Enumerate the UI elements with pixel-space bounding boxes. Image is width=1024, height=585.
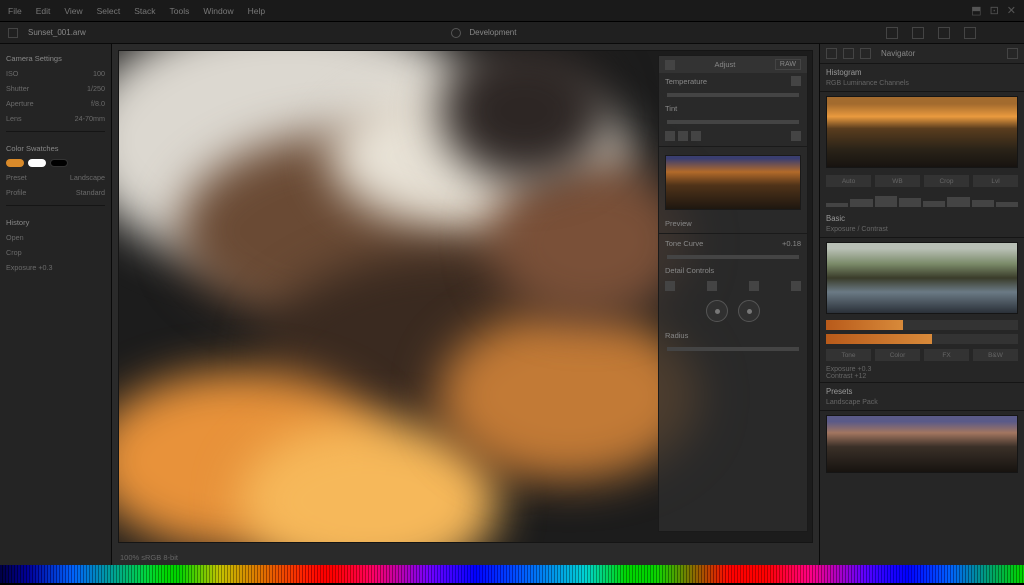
module-label[interactable]: Development [469, 28, 516, 37]
window-min-icon[interactable]: ⬒ [971, 4, 981, 17]
detail-label: Detail Controls [665, 266, 714, 275]
level-button[interactable]: Lvl [973, 175, 1018, 187]
adjust-preview-thumb [665, 155, 801, 210]
menu-help[interactable]: Help [248, 6, 265, 16]
basic-header: Basic [826, 214, 1018, 223]
navigator-label: Navigator [881, 49, 915, 58]
image-canvas[interactable]: Adjust RAW Temperature Tint P [118, 50, 813, 543]
detail-icon[interactable] [791, 281, 801, 291]
crop-button[interactable]: Crop [924, 175, 969, 187]
filmstrip-thumb[interactable] [826, 415, 1018, 473]
bw-button[interactable]: B&W [973, 349, 1018, 361]
meta-iso: ISO100 [6, 67, 105, 80]
preset-row[interactable]: PresetLandscape [6, 171, 105, 184]
knob-a[interactable] [706, 300, 728, 322]
tool-icon[interactable] [678, 131, 688, 141]
nav-icon[interactable] [843, 48, 854, 59]
nav-icon[interactable] [860, 48, 871, 59]
fx-button[interactable]: FX [924, 349, 969, 361]
knob-b[interactable] [738, 300, 760, 322]
menu-window[interactable]: Window [203, 6, 233, 16]
document-filename[interactable]: Sunset_001.arw [28, 28, 86, 37]
histogram-header: Histogram [826, 68, 1018, 77]
window-max-icon[interactable]: ⊡ [990, 4, 999, 17]
desk-reflection [0, 565, 1024, 583]
profile-row[interactable]: ProfileStandard [6, 186, 105, 199]
detail-icon[interactable] [665, 281, 675, 291]
left-sidebar: Camera Settings ISO100 Shutter1/250 Aper… [0, 44, 112, 565]
swatch-white[interactable] [28, 159, 46, 167]
color-button[interactable]: Color [875, 349, 920, 361]
exposure-slider[interactable] [826, 320, 1018, 330]
menu-tools[interactable]: Tools [170, 6, 190, 16]
presets-header: Presets [826, 387, 1018, 396]
presets-sub: Landscape Pack [826, 399, 1018, 406]
history-item[interactable]: Open [6, 231, 105, 244]
menubar: File Edit View Select Stack Tools Window… [0, 0, 1024, 22]
menu-file[interactable]: File [8, 6, 22, 16]
navigator-thumb[interactable] [826, 96, 1018, 168]
collapse-icon[interactable] [1007, 48, 1018, 59]
wb-button[interactable]: WB [875, 175, 920, 187]
menu-edit[interactable]: Edit [36, 6, 51, 16]
histogram-sub: RGB Luminance Channels [826, 80, 1018, 87]
history-line: Exposure +0.3 [826, 366, 1018, 373]
canvas-status: 100% sRGB 8-bit [112, 549, 819, 565]
tint-label: Tint [665, 104, 677, 113]
meta-shutter: Shutter1/250 [6, 82, 105, 95]
adjust-panel: Adjust RAW Temperature Tint P [658, 55, 808, 532]
right-sidebar: Navigator Histogram RGB Luminance Channe… [819, 44, 1024, 565]
history-item[interactable]: Crop [6, 246, 105, 259]
window-close-icon[interactable]: ✕ [1007, 4, 1016, 17]
auto-button[interactable]: Auto [826, 175, 871, 187]
tool-icon[interactable] [791, 131, 801, 141]
tone-button[interactable]: Tone [826, 349, 871, 361]
document-tabbar: Sunset_001.arw Development [0, 22, 1024, 44]
preview-caption: Preview [665, 219, 692, 228]
canvas-area: Adjust RAW Temperature Tint P [112, 44, 819, 565]
tonecurve-value: +0.18 [782, 239, 801, 248]
more-icon[interactable] [964, 27, 976, 39]
panel-toggle-icon[interactable] [665, 60, 675, 70]
radius-label: Radius [665, 331, 688, 340]
history-line: Contrast +12 [826, 373, 1018, 380]
curve-slider[interactable] [667, 255, 799, 259]
history-item[interactable]: Exposure +0.3 [6, 261, 105, 274]
radius-slider[interactable] [667, 347, 799, 351]
mini-histogram [826, 193, 1018, 207]
detail-icon[interactable] [749, 281, 759, 291]
temp-toggle[interactable] [791, 76, 801, 86]
temp-label: Temperature [665, 77, 707, 86]
menu-select[interactable]: Select [97, 6, 121, 16]
undo-icon[interactable] [912, 27, 924, 39]
doc-icon [8, 28, 18, 38]
module-icon [451, 28, 461, 38]
tool-icon[interactable] [691, 131, 701, 141]
tool-icon[interactable] [665, 131, 675, 141]
swatch-orange[interactable] [6, 159, 24, 167]
tonecurve-label: Tone Curve [665, 239, 703, 248]
menu-view[interactable]: View [64, 6, 82, 16]
preview-thumb-2[interactable] [826, 242, 1018, 314]
raw-badge: RAW [775, 59, 801, 70]
contrast-slider[interactable] [826, 334, 1018, 344]
meta-lens: Lens24-70mm [6, 112, 105, 125]
adjust-title: Adjust [715, 60, 736, 69]
menu-stack[interactable]: Stack [134, 6, 155, 16]
swatches-header: Color Swatches [6, 144, 105, 153]
history-header: History [6, 218, 105, 227]
temp-slider[interactable] [667, 93, 799, 97]
meta-aperture: Aperturef/8.0 [6, 97, 105, 110]
tint-slider[interactable] [667, 120, 799, 124]
detail-icon[interactable] [707, 281, 717, 291]
redo-icon[interactable] [938, 27, 950, 39]
eye-icon[interactable] [886, 27, 898, 39]
basic-sub: Exposure / Contrast [826, 226, 1018, 233]
nav-icon[interactable] [826, 48, 837, 59]
camera-settings-header: Camera Settings [6, 54, 105, 63]
swatch-black[interactable] [50, 159, 68, 167]
